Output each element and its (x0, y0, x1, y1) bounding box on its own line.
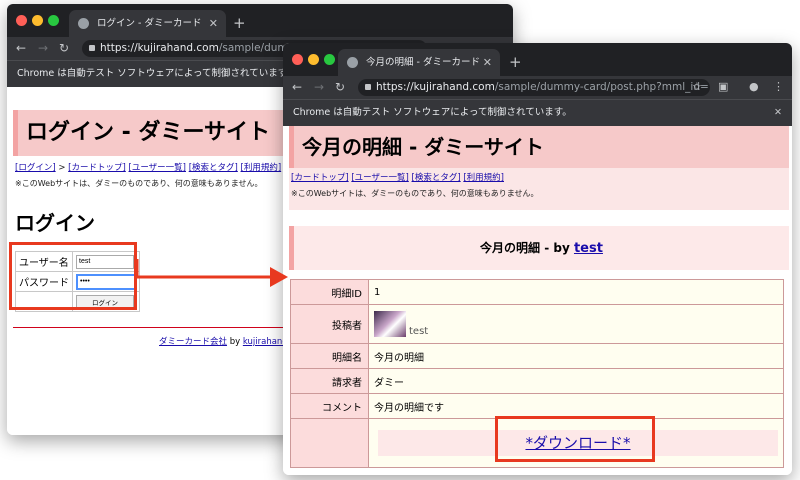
breadcrumb: [ログイン] > [カードトップ] [ユーザー一覧] [検索とタグ] [利用規約… (15, 161, 281, 173)
arrow-icon (135, 259, 288, 287)
breadcrumb-terms[interactable]: [利用規約] (463, 173, 504, 183)
table-row: 明細ID 1 (290, 279, 784, 305)
footer-company-link[interactable]: ダミーカード会社 (159, 337, 227, 347)
minimize-window-icon[interactable] (32, 15, 43, 26)
breadcrumb-search-tags[interactable]: [検索とタグ] (412, 173, 461, 183)
login-form-callout (9, 242, 137, 310)
row-value: 今月の明細 (368, 343, 784, 369)
footer-author-link[interactable]: kujirahand (243, 337, 288, 347)
row-label: コメント (290, 393, 369, 419)
url-host: https://kujirahand.com (376, 81, 495, 93)
automation-notice: Chrome は自動テスト ソフトウェアによって制御されています。 (17, 68, 296, 79)
breadcrumb-card-top[interactable]: [カードトップ] (68, 163, 126, 173)
title-bar: 今月の明細 - ダミーカード ✕ + (283, 43, 792, 76)
site-notice: ※このWebサイトは、ダミーのものであり、何の意味もありません。 (291, 189, 539, 198)
reload-icon[interactable]: ↻ (335, 79, 345, 95)
detail-heading: 今月の明細 - by test (289, 226, 789, 270)
breadcrumb-terms[interactable]: [利用規約] (241, 163, 282, 173)
address-bar[interactable]: https://kujirahand.com/sample/dummy-card… (358, 79, 710, 96)
maximize-window-icon[interactable] (324, 54, 335, 65)
breadcrumb-search-tags[interactable]: [検索とタグ] (189, 163, 238, 173)
new-tab-icon[interactable]: + (233, 10, 246, 37)
row-label: 明細名 (290, 343, 369, 369)
breadcrumb-user-list[interactable]: [ユーザー一覧] (351, 173, 408, 183)
url-host: https://kujirahand.com (100, 42, 219, 54)
table-row: 請求者 ダミー (290, 368, 784, 394)
lock-icon (89, 45, 95, 51)
menu-icon[interactable]: ⋮ (773, 79, 784, 95)
back-icon[interactable]: ← (292, 79, 302, 95)
login-heading: ログイン (15, 211, 95, 235)
browser-toolbar: ← → ↻ https://kujirahand.com/sample/dumm… (283, 76, 792, 99)
page-title: 今月の明細 - ダミーサイト (289, 126, 789, 168)
profile-icon[interactable]: ● (749, 79, 759, 95)
back-icon[interactable]: ← (16, 40, 26, 56)
row-value: 今月の明細です (368, 393, 784, 419)
download-link-callout (495, 416, 655, 462)
browser-window-detail: 今月の明細 - ダミーカード ✕ + ← → ↻ https://kujirah… (283, 43, 792, 475)
breadcrumb: [カードトップ] [ユーザー一覧] [検索とタグ] [利用規約] (291, 171, 504, 183)
minimize-window-icon[interactable] (308, 54, 319, 65)
row-label: 明細ID (290, 279, 369, 305)
automation-infobar: Chrome は自動テスト ソフトウェアによって制御されています。 ✕ (283, 99, 792, 126)
breadcrumb-block: [カードトップ] [ユーザー一覧] [検索とタグ] [利用規約] ※このWebサ… (289, 168, 789, 210)
bookmark-star-icon[interactable]: ☆ (692, 79, 702, 95)
breadcrumb-separator: > (55, 163, 69, 173)
table-row: 明細名 今月の明細 (290, 343, 784, 369)
browser-tab[interactable]: ログイン - ダミーカード ✕ (69, 10, 226, 37)
reload-icon[interactable]: ↻ (59, 40, 69, 56)
close-infobar-icon[interactable]: ✕ (774, 100, 782, 126)
site-notice: ※このWebサイトは、ダミーのものであり、何の意味もありません。 (15, 179, 263, 188)
row-label: 投稿者 (290, 304, 369, 344)
row-label-empty (290, 418, 369, 468)
row-value: 1 (368, 279, 784, 305)
close-tab-icon[interactable]: ✕ (483, 49, 492, 76)
close-tab-icon[interactable]: ✕ (209, 10, 218, 37)
extension-icon[interactable]: ▣ (718, 79, 728, 95)
author-name: test (409, 326, 429, 337)
globe-icon (78, 18, 89, 29)
footer-by: by (227, 337, 243, 347)
tab-title: ログイン - ダミーカード (97, 18, 202, 29)
breadcrumb-user-list[interactable]: [ユーザー一覧] (129, 163, 186, 173)
row-label: 請求者 (290, 368, 369, 394)
avatar (374, 311, 406, 337)
forward-icon[interactable]: → (314, 79, 324, 95)
row-value: ダミー (368, 368, 784, 394)
close-window-icon[interactable] (292, 54, 303, 65)
url-path: /sample/dummy-card/post.php?mml_id=1 (494, 81, 710, 93)
maximize-window-icon[interactable] (48, 15, 59, 26)
globe-icon (347, 57, 358, 68)
browser-tab[interactable]: 今月の明細 - ダミーカード ✕ (338, 49, 500, 76)
footer: ダミーカード会社 by kujirahand (159, 335, 288, 347)
row-value-author: test (368, 304, 784, 344)
breadcrumb-login[interactable]: [ログイン] (15, 163, 56, 173)
table-row: 投稿者 test (290, 304, 784, 344)
detail-author-link[interactable]: test (574, 241, 603, 256)
close-window-icon[interactable] (16, 15, 27, 26)
automation-notice: Chrome は自動テスト ソフトウェアによって制御されています。 (293, 107, 572, 118)
title-bar: ログイン - ダミーカード ✕ + (7, 4, 513, 37)
table-row: コメント 今月の明細です (290, 393, 784, 419)
tab-title: 今月の明細 - ダミーカード (366, 57, 480, 68)
forward-icon[interactable]: → (38, 40, 48, 56)
detail-heading-text: 今月の明細 - by (480, 241, 574, 255)
lock-icon (365, 84, 371, 90)
new-tab-icon[interactable]: + (509, 49, 522, 76)
breadcrumb-card-top[interactable]: [カードトップ] (291, 173, 349, 183)
